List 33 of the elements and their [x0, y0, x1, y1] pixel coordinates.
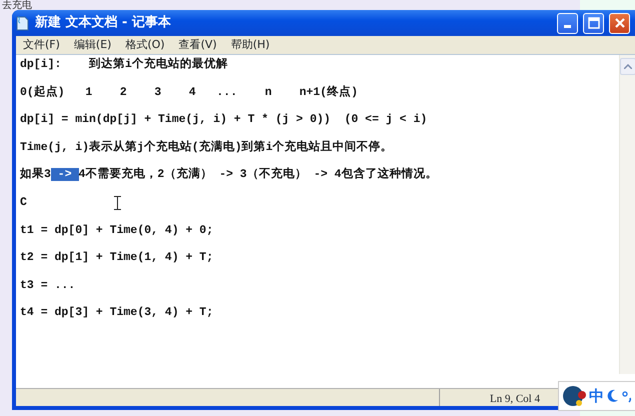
window-title: 新建 文本文档 - 记事本: [35, 14, 171, 32]
close-icon: [614, 17, 626, 29]
text-line: dp[i] = min(dp[j] + Time(j, i) + T * (j > 0)) (0 <= j < i): [20, 113, 428, 126]
moon-icon[interactable]: [607, 389, 619, 403]
vertical-scrollbar[interactable]: [619, 55, 635, 374]
menu-item[interactable]: 格式(O): [118, 36, 172, 54]
minimize-icon: [564, 25, 571, 28]
caret-up-icon: [624, 64, 632, 69]
text-line: t2 = dp[1] + Time(1, 4) + T;: [20, 251, 214, 264]
editor-text: 如果3: [20, 168, 51, 182]
cursor-position: Ln 9, Col 4: [438, 389, 544, 406]
text-line: t4 = dp[3] + Time(3, 4) + T;: [20, 306, 214, 320]
text-line: Time(j, i)表示从第j个充电站(充满电)到第i个充电站且中间不停。: [20, 140, 393, 154]
text-line: C: [20, 196, 27, 209]
punctuation-icon[interactable]: [622, 389, 632, 403]
menu-item[interactable]: 文件(F): [16, 36, 67, 54]
menu-item[interactable]: 查看(V): [172, 36, 224, 54]
notepad-icon: [14, 15, 30, 31]
ime-logo-icon: [562, 384, 586, 408]
text-line: dp[i]: 到达第i个充电站的最优解: [20, 58, 228, 71]
text-line: t1 = dp[0] + Time(0, 4) + 0;: [20, 224, 214, 237]
maximize-icon: [588, 17, 600, 29]
maximize-button[interactable]: [583, 12, 604, 34]
selected-text: ->: [50, 168, 79, 182]
scroll-up-button[interactable]: [620, 58, 635, 75]
input-mode[interactable]: 中: [589, 384, 604, 408]
menu-item[interactable]: 帮助(H): [224, 36, 277, 54]
menu-item[interactable]: 编辑(E): [66, 36, 118, 54]
close-button[interactable]: [609, 12, 630, 34]
text-line: t3 = ...: [20, 278, 76, 292]
text-cursor-icon: [114, 196, 121, 210]
text-line: 0(起点) 1 2 3 4 ... n n+1(终点): [20, 86, 358, 99]
minimize-button[interactable]: [557, 12, 578, 34]
